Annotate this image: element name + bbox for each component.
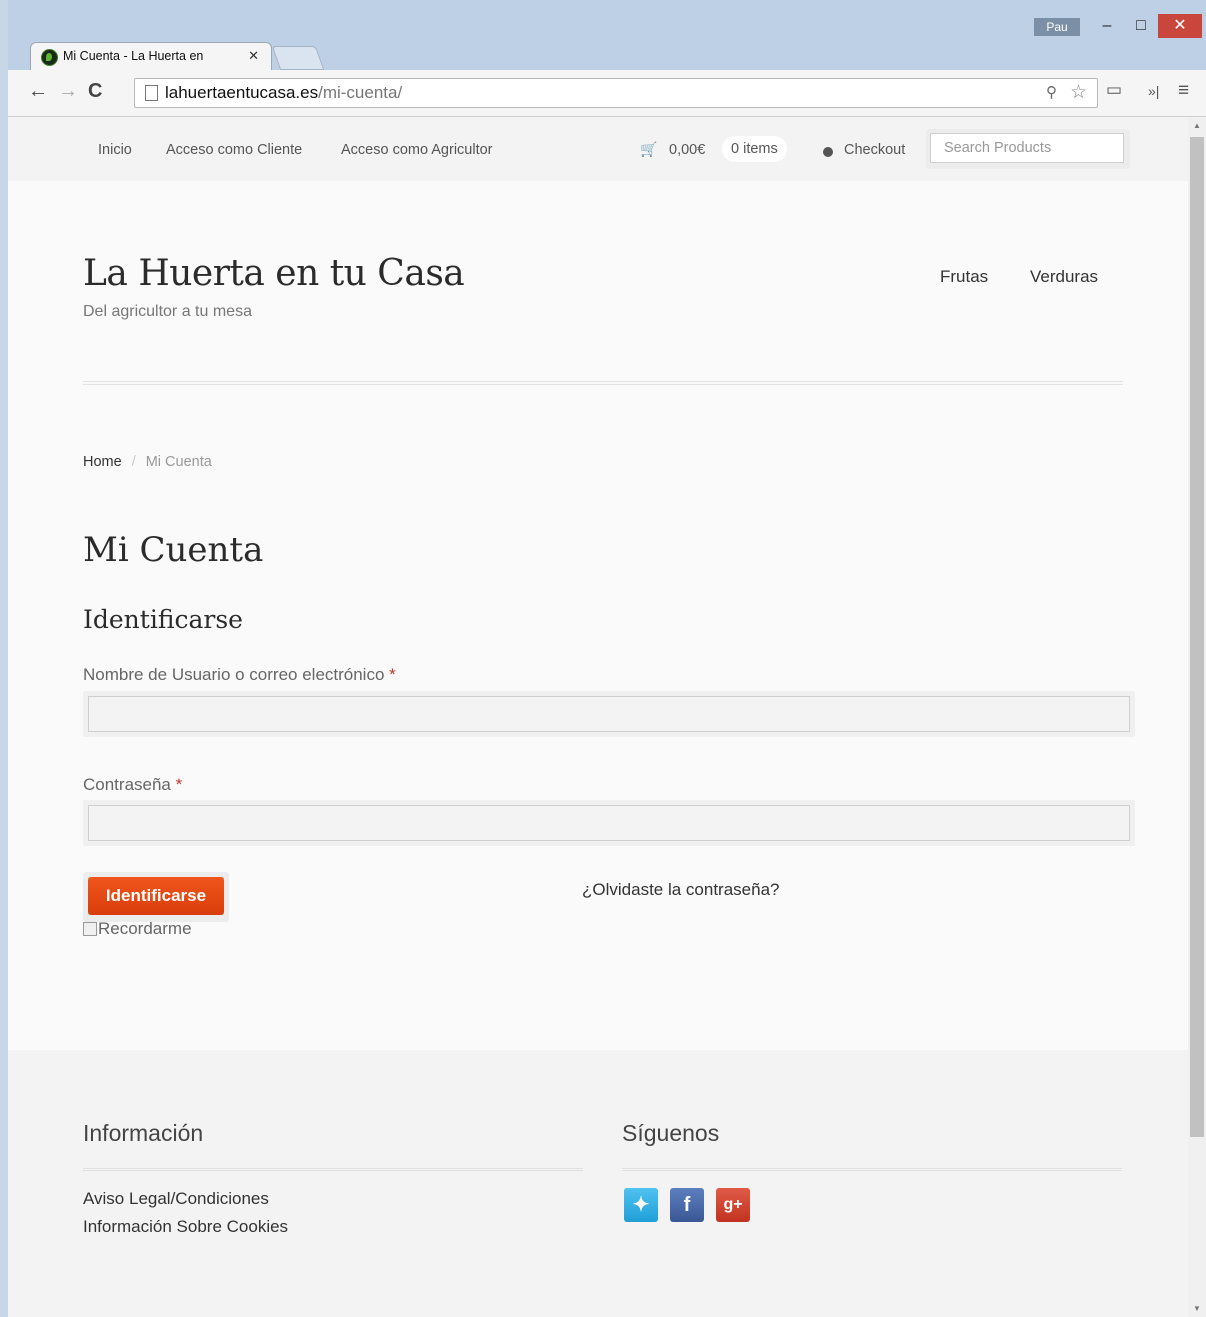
remember-checkbox[interactable] <box>83 922 97 936</box>
scrollbar-thumb[interactable] <box>1190 137 1204 1137</box>
site-description: Del agricultor a tu mesa <box>83 303 252 320</box>
close-window-button[interactable]: ✕ <box>1158 14 1202 38</box>
cast-icon[interactable]: ▭ <box>1106 80 1122 100</box>
cart-total[interactable]: 0,00€ <box>669 142 705 158</box>
nav-link-inicio[interactable]: Inicio <box>98 142 132 158</box>
google-plus-icon[interactable]: g+ <box>716 1188 750 1222</box>
breadcrumb-home[interactable]: Home <box>83 454 122 470</box>
password-input[interactable] <box>88 805 1130 841</box>
reload-icon[interactable]: C <box>88 80 102 103</box>
checkout-link[interactable]: Checkout <box>844 142 905 158</box>
product-search <box>926 129 1130 169</box>
required-mark: * <box>175 775 183 794</box>
footer-social-divider <box>622 1168 1122 1171</box>
cart-icon[interactable]: 🛒 <box>640 141 657 158</box>
nav-link-agricultor[interactable]: Acceso como Agricultor <box>341 142 493 158</box>
main-nav-frutas[interactable]: Frutas <box>940 267 988 287</box>
profile-button[interactable]: Pau <box>1034 18 1080 36</box>
close-tab-icon[interactable]: ✕ <box>248 48 259 64</box>
scroll-up-icon[interactable]: ▲ <box>1193 121 1201 130</box>
lost-password-link[interactable]: ¿Olvidaste la contraseña? <box>582 880 780 900</box>
footer-social-heading: Síguenos <box>622 1120 720 1146</box>
url-host: lahuertaentucasa.es <box>165 83 319 102</box>
breadcrumb-separator: / <box>131 454 136 470</box>
password-label: Contraseña * <box>83 775 182 795</box>
remember-label[interactable]: Recordarme <box>98 919 192 938</box>
secondary-navigation: Inicio Acceso como Cliente Acceso como A… <box>8 117 1188 181</box>
facebook-icon[interactable]: f <box>670 1188 704 1222</box>
username-label: Nombre de Usuario o correo electrónico * <box>83 665 396 685</box>
main-nav-verduras[interactable]: Verduras <box>1030 267 1098 287</box>
forward-icon[interactable]: → <box>58 80 78 103</box>
footer-link-legal[interactable]: Aviso Legal/Condiciones <box>83 1189 269 1209</box>
menu-icon[interactable]: ≡ <box>1178 80 1189 102</box>
login-button[interactable]: Identificarse <box>88 877 224 915</box>
site-footer: Información Aviso Legal/Condiciones Info… <box>8 1050 1188 1317</box>
username-field-wrap <box>83 691 1135 737</box>
address-bar[interactable]: lahuertaentucasa.es/mi-cuenta/ ⚲ ☆ <box>134 78 1098 108</box>
site-title[interactable]: La Huerta en tu Casa <box>83 253 465 294</box>
tab-title: Mi Cuenta - La Huerta en <box>63 49 204 63</box>
login-button-wrap: Identificarse <box>83 872 229 922</box>
password-label-text: Contraseña <box>83 775 171 794</box>
browser-tab[interactable]: Mi Cuenta - La Huerta en ✕ <box>30 42 272 71</box>
browser-window: Pau – □ ✕ Mi Cuenta - La Huerta en ✕ ← →… <box>8 0 1206 1317</box>
footer-info-heading: Información <box>83 1120 204 1146</box>
vertical-scrollbar[interactable]: ▲ ▼ <box>1188 117 1206 1317</box>
new-tab-button[interactable] <box>271 46 325 70</box>
page-title: Mi Cuenta <box>83 530 264 570</box>
favicon-icon <box>41 49 58 66</box>
username-input[interactable] <box>88 696 1130 732</box>
maximize-button[interactable]: □ <box>1124 14 1158 38</box>
page-viewport: Inicio Acceso como Cliente Acceso como A… <box>8 117 1188 1317</box>
remember-me: Recordarme <box>83 919 192 939</box>
username-label-text: Nombre de Usuario o correo electrónico <box>83 665 385 684</box>
checkout-icon <box>823 147 833 157</box>
password-field-wrap <box>83 800 1135 846</box>
header-divider <box>83 381 1123 385</box>
browser-toolbar: ← → C lahuertaentucasa.es/mi-cuenta/ ⚲ ☆… <box>8 70 1206 117</box>
key-icon[interactable]: ⚲ <box>1046 83 1057 101</box>
scroll-down-icon[interactable]: ▼ <box>1193 1304 1201 1313</box>
footer-link-cookies[interactable]: Información Sobre Cookies <box>83 1217 288 1237</box>
search-input[interactable] <box>930 133 1124 163</box>
breadcrumb-current: Mi Cuenta <box>145 454 212 470</box>
url-text: lahuertaentucasa.es/mi-cuenta/ <box>165 83 402 103</box>
login-heading: Identificarse <box>83 605 243 634</box>
url-path: /mi-cuenta/ <box>318 83 403 102</box>
cart-count-badge[interactable]: 0 items <box>722 136 787 162</box>
breadcrumb: Home / Mi Cuenta <box>83 454 212 470</box>
title-bar: Pau – □ ✕ <box>8 0 1206 40</box>
back-icon[interactable]: ← <box>28 80 48 103</box>
page-icon <box>145 85 158 101</box>
bookmark-star-icon[interactable]: ☆ <box>1070 81 1087 104</box>
extensions-overflow-icon[interactable]: »| <box>1148 83 1159 99</box>
minimize-button[interactable]: – <box>1090 14 1124 38</box>
nav-link-cliente[interactable]: Acceso como Cliente <box>166 142 302 158</box>
twitter-icon[interactable]: ✦ <box>624 1188 658 1222</box>
footer-info-divider <box>83 1168 583 1171</box>
required-mark: * <box>389 665 396 684</box>
